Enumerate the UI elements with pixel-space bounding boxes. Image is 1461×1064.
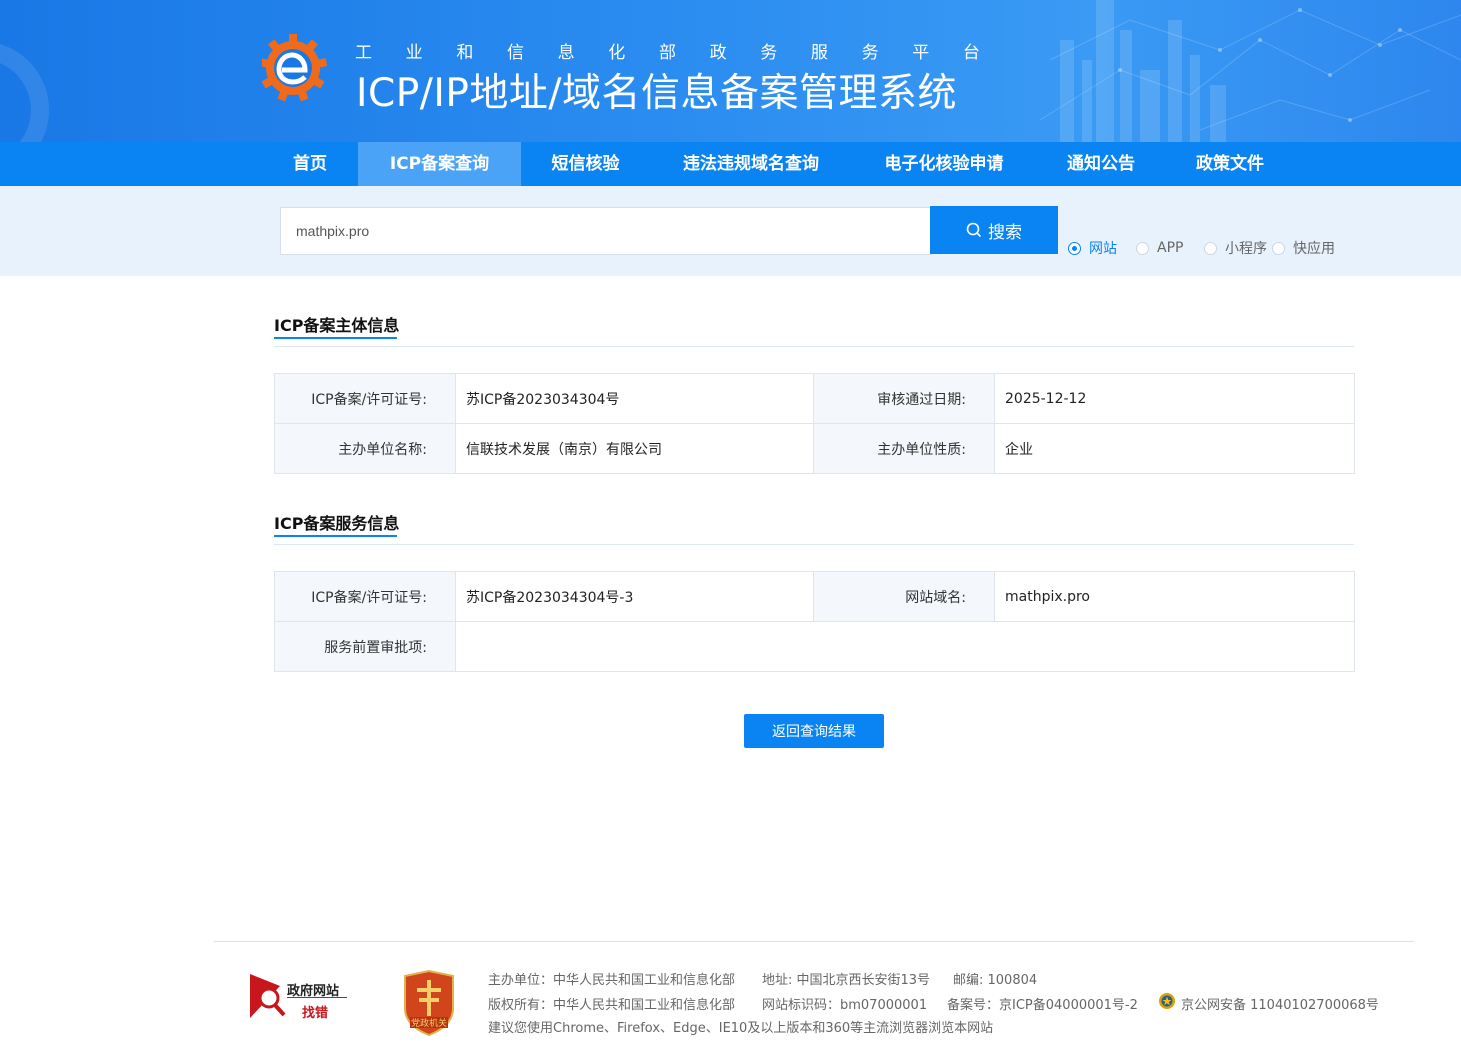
back-to-results-button[interactable]: 返回查询结果 (744, 714, 884, 748)
app: 工 业 和 信 息 化 部 政 务 服 务 平 台 ICP/IP地址/域名信息备… (0, 0, 1461, 1064)
radio-label: 网站 (1089, 241, 1117, 257)
slogan-char: 务 (861, 43, 879, 63)
radio-label: 小程序 (1225, 241, 1267, 257)
org-type-label: 主办单位性质: (813, 423, 995, 474)
main-nav: 首页 ICP备案查询 短信核验 违法违规域名查询 电子化核验申请 通知公告 政策… (0, 142, 1461, 186)
footer-site-id: 网站标识码：bm07000001 (762, 998, 928, 1013)
subject-info-title: ICP备案主体信息 (274, 316, 400, 335)
subject-info-table: ICP备案/许可证号: 苏ICP备2023034304号 审核通过日期: 202… (274, 373, 1355, 474)
license-value: 苏ICP备2023034304号 (455, 373, 814, 424)
gov-error-text: 找错 (302, 1006, 329, 1021)
slogan-char: 信 (506, 43, 524, 63)
ministry-slogan: 工 业 和 信 息 化 部 政 务 服 务 平 台 (355, 38, 980, 63)
gov-site-error-report-link[interactable]: 政府网站 找错 (250, 972, 350, 1021)
radio-dot (1068, 241, 1081, 255)
radio-dot (1136, 241, 1149, 255)
pre-approval-value (455, 621, 1355, 672)
slogan-char: 务 (760, 43, 778, 63)
search-button-label: 搜索 (988, 222, 1022, 243)
slogan-char: 息 (557, 43, 575, 63)
service-license-label: ICP备案/许可证号: (274, 571, 456, 622)
radio-type-quick-app[interactable]: 快应用 (1272, 238, 1335, 258)
license-label: ICP备案/许可证号: (274, 373, 456, 424)
radio-type-app[interactable]: APP (1136, 238, 1183, 258)
radio-label: APP (1157, 240, 1184, 256)
table-row: 主办单位名称: 信联技术发展（南京）有限公司 主办单位性质: 企业 (274, 423, 1355, 474)
search-button[interactable]: 搜索 (930, 206, 1058, 254)
slogan-char: 化 (608, 43, 626, 63)
miit-logo-icon (262, 34, 328, 102)
gov-magnifier-icon (250, 974, 286, 1018)
org-name-value: 信联技术发展（南京）有限公司 (455, 423, 814, 474)
footer-copyright: 版权所有：中华人民共和国工业和信息化部 (488, 998, 736, 1013)
domain-value: mathpix.pro (994, 571, 1355, 622)
footer-icp-link[interactable]: 备案号：京ICP备04000001号-2 (947, 994, 1138, 1013)
approve-date-value: 2025-12-12 (994, 373, 1355, 424)
table-row: ICP备案/许可证号: 苏ICP备2023034304号 审核通过日期: 202… (274, 373, 1355, 424)
slogan-char: 业 (405, 43, 423, 63)
nav-illegal-domain-query[interactable]: 违法违规域名查询 (668, 142, 834, 186)
nav-policy-docs[interactable]: 政策文件 (1184, 142, 1276, 186)
nav-icp-query[interactable]: ICP备案查询 (358, 142, 521, 186)
radio-dot (1272, 241, 1285, 255)
slogan-char: 工 (355, 43, 372, 63)
slogan-char: 政 (709, 43, 727, 63)
slogan-char: 平 (912, 43, 930, 63)
footer-postcode: 邮编: 100804 (953, 973, 1038, 988)
service-info-divider (274, 544, 1354, 545)
approve-date-label: 审核通过日期: (813, 373, 995, 424)
service-info-table: ICP备案/许可证号: 苏ICP备2023034304号-3 网站域名: mat… (274, 571, 1355, 672)
service-info-underline (274, 535, 397, 537)
radio-label: 快应用 (1293, 241, 1335, 257)
table-row: ICP备案/许可证号: 苏ICP备2023034304号-3 网站域名: mat… (274, 571, 1355, 622)
slogan-char: 和 (456, 43, 474, 63)
site-header: 工 业 和 信 息 化 部 政 务 服 务 平 台 ICP/IP地址/域名信息备… (0, 0, 1461, 142)
slogan-char: 部 (658, 43, 676, 63)
org-type-value: 企业 (994, 423, 1355, 474)
police-badge-icon (1159, 993, 1175, 1009)
system-title: ICP/IP地址/域名信息备案管理系统 (356, 71, 958, 116)
footer-host: 主办单位：中华人民共和国工业和信息化部 (488, 973, 736, 988)
footer-police-link[interactable]: 京公网安备 11040102700068号 (1181, 994, 1379, 1013)
search-input[interactable] (280, 207, 932, 255)
radio-type-mini-program[interactable]: 小程序 (1204, 238, 1267, 258)
nav-sms-verify[interactable]: 短信核验 (538, 142, 633, 186)
subject-info-divider (274, 346, 1354, 347)
domain-label: 网站域名: (813, 571, 995, 622)
pre-approval-label: 服务前置审批项: (274, 621, 456, 672)
nav-electronic-verify[interactable]: 电子化核验申请 (870, 142, 1018, 186)
radio-dot (1204, 241, 1217, 255)
footer-browser-tip: 建议您使用Chrome、Firefox、Edge、IE10及以上版本和360等主… (488, 1021, 994, 1036)
nav-home[interactable]: 首页 (274, 142, 346, 186)
search-icon (966, 222, 982, 238)
service-info-title: ICP备案服务信息 (274, 514, 400, 533)
radio-type-website[interactable]: 网站 (1068, 238, 1117, 258)
gov-logo-divider (287, 997, 347, 998)
table-row: 服务前置审批项: (274, 621, 1355, 672)
party-government-badge[interactable]: 党政机关 (402, 970, 456, 1036)
search-area: 搜索 网站 APP 小程序 快应用 (0, 186, 1461, 276)
party-badge-text: 党政机关 (410, 1019, 447, 1029)
subject-info-underline (274, 337, 397, 339)
org-name-label: 主办单位名称: (274, 423, 456, 474)
nav-notices[interactable]: 通知公告 (1055, 142, 1147, 186)
slogan-char: 服 (810, 43, 828, 63)
slogan-char: 台 (962, 43, 980, 63)
service-license-value: 苏ICP备2023034304号-3 (455, 571, 814, 622)
footer-address: 地址: 中国北京西长安街13号 (762, 973, 931, 988)
footer-divider (214, 941, 1414, 942)
